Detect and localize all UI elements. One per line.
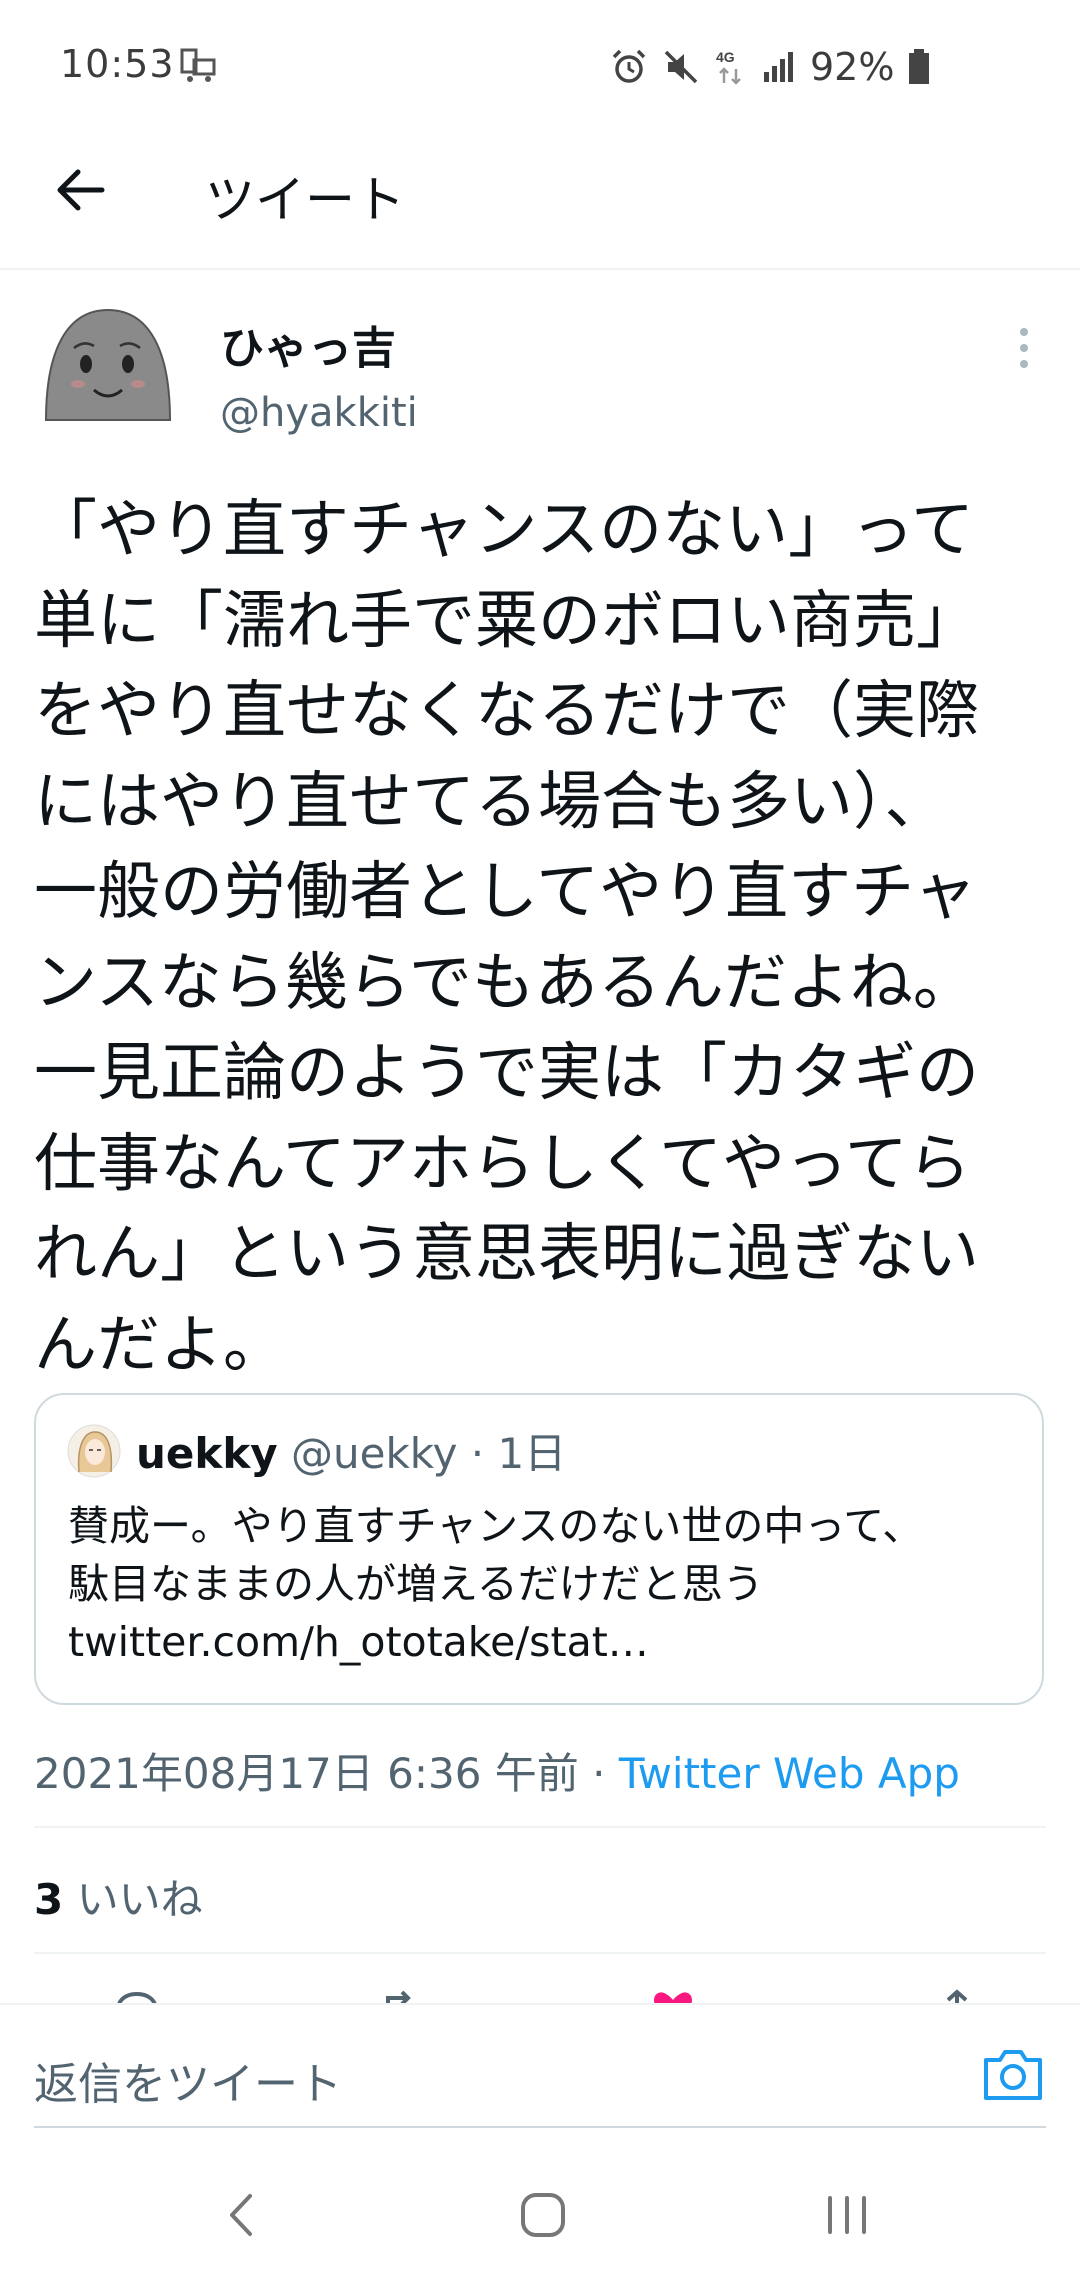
nav-back-icon[interactable] (222, 2190, 262, 2240)
mute-icon (664, 50, 698, 84)
status-icons: 4G 92% (610, 44, 930, 90)
timestamp-separator: · (578, 1749, 619, 1798)
quote-header: uekky @uekky · 1日 (136, 1428, 566, 1480)
reply-input[interactable]: 返信をツイート (34, 2048, 342, 2112)
author-name[interactable]: ひゃっ吉 (220, 312, 396, 376)
signal-icon (764, 52, 793, 82)
source-link[interactable]: Twitter Web App (619, 1749, 960, 1798)
arrow-left-icon (57, 169, 105, 211)
timestamp-line: 2021年08月17日 6:36 午前 · Twitter Web App (34, 1740, 960, 1801)
network-4g-icon: 4G (716, 49, 741, 85)
quote-meta: @uekky · 1日 (277, 1429, 567, 1478)
header-divider (0, 268, 1080, 270)
likes-label: いいね (76, 1875, 203, 1924)
reply-divider (34, 2126, 1046, 2128)
more-options-icon[interactable] (1000, 320, 1040, 380)
nav-home-icon[interactable] (518, 2190, 568, 2240)
avatar[interactable] (38, 302, 178, 432)
likes-stat[interactable]: 3 いいね (34, 1866, 203, 1927)
likes-count: 3 (34, 1875, 64, 1924)
divider (34, 1826, 1046, 1828)
page-title: ツイート (205, 171, 405, 229)
alarm-icon (612, 49, 646, 83)
notification-icon (180, 48, 216, 82)
status-time: 10:53 (60, 42, 175, 86)
nav-recents-icon[interactable] (822, 2190, 872, 2240)
timestamp: 2021年08月17日 6:36 午前 (34, 1749, 579, 1798)
network-label: 4G (716, 49, 735, 65)
battery-percent: 92% (810, 45, 895, 89)
tweet-text: 「やり直すチャンスのない」って 単に「濡れ手で粟のボロい商売」 をやり直せなくな… (34, 493, 979, 1381)
battery-icon (909, 49, 930, 84)
quote-avatar (67, 1424, 121, 1478)
author-handle[interactable]: @hyakkiti (220, 390, 418, 436)
quote-author-name: uekky (136, 1429, 278, 1478)
camera-icon[interactable] (982, 2046, 1044, 2102)
quote-text: 賛成ー。やり直すチャンスのない世の中って、 駄目なままの人が増えるだけだと思う … (68, 1502, 924, 1666)
back-button[interactable] (48, 158, 112, 222)
divider (34, 1952, 1046, 1954)
